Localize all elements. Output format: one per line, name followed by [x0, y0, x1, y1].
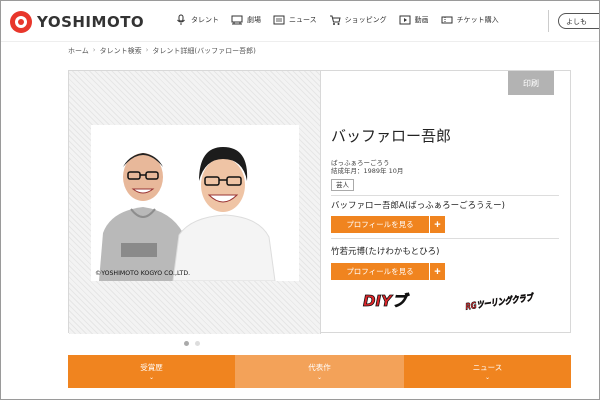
breadcrumb: ホーム › タレント検索 › タレント詳細(バッファロー吾郎) [68, 46, 256, 56]
view-profile-label: プロフィールを見る [346, 220, 414, 229]
nav-video-label: 動画 [414, 16, 429, 24]
theater-icon [231, 14, 243, 26]
yoshimoto-logo[interactable]: YOSHIMOTO [10, 11, 144, 33]
search-pill[interactable]: よしも [558, 13, 600, 29]
card-divider [320, 71, 321, 334]
main-nav: タレント 劇場 ニュース ショッピング 動画 チケット購入 [175, 14, 511, 26]
breadcrumb-home[interactable]: ホーム [68, 46, 89, 56]
yoshimoto-logo-icon [10, 11, 32, 33]
logo-text: YOSHIMOTO [37, 13, 145, 31]
nav-theater-label: 劇場 [247, 16, 261, 24]
talent-name: バッファロー吾郎 [331, 127, 452, 145]
member-name: バッファロー吾郎A(ばっふぁろーごろうえー) [331, 201, 505, 211]
plus-icon: + [429, 263, 445, 280]
tab-awards-label: 受賞歴 [140, 363, 163, 372]
tab-news-label: ニュース [472, 363, 503, 372]
rg-touring-club-logo[interactable]: RGツーリングクラブ [463, 284, 535, 318]
view-profile-button[interactable]: プロフィールを見る + [331, 216, 445, 233]
chevron-down-icon: ⌄ [484, 374, 491, 381]
member-name: 竹若元博(たけわかもとひろ) [331, 247, 440, 257]
diy-logo-text: DIYブ [363, 292, 410, 310]
breadcrumb-talent-search[interactable]: タレント検索 [100, 46, 142, 56]
info-divider [331, 238, 559, 239]
plus-icon: + [429, 216, 445, 233]
ticket-icon [441, 14, 453, 26]
section-tabs: 受賞歴 ⌄ 代表作 ⌄ ニュース ⌄ [68, 355, 571, 388]
photo-panel: ©YOSHIMOTO KOGYO CO.,LTD. [69, 71, 320, 334]
nav-news[interactable]: ニュース [273, 14, 317, 26]
nav-news-label: ニュース [289, 16, 317, 24]
tab-news[interactable]: ニュース ⌄ [404, 355, 571, 388]
diy-program-logo[interactable]: DIYブ [361, 289, 411, 311]
breadcrumb-separator: › [145, 46, 149, 54]
rg-logo-text: RGツーリングクラブ [465, 292, 535, 313]
tab-representative-works[interactable]: 代表作 ⌄ [236, 355, 404, 388]
video-icon [399, 14, 411, 26]
info-divider [331, 195, 559, 196]
site-header: YOSHIMOTO タレント 劇場 ニュース ショッピング 動画 チケット購入 … [0, 0, 600, 42]
chevron-down-icon: ⌄ [316, 374, 323, 381]
tab-awards[interactable]: 受賞歴 ⌄ [68, 355, 236, 388]
carousel-dot[interactable] [195, 341, 200, 346]
cart-icon [329, 14, 341, 26]
photo-credit: ©YOSHIMOTO KOGYO CO.,LTD. [95, 270, 191, 277]
nav-theater[interactable]: 劇場 [231, 14, 261, 26]
breadcrumb-separator: › [92, 46, 96, 54]
nav-ticket-label: チケット購入 [456, 16, 499, 24]
view-profile-button[interactable]: プロフィールを見る + [331, 263, 445, 280]
view-profile-label: プロフィールを見る [346, 267, 414, 276]
news-icon [273, 14, 285, 26]
carousel-dots [184, 341, 200, 346]
nav-divider [548, 10, 549, 32]
nav-talent[interactable]: タレント [175, 14, 219, 26]
microphone-icon [175, 14, 187, 26]
nav-video[interactable]: 動画 [399, 14, 429, 26]
formation-date: 結成年月：1989年 10月 [331, 167, 404, 175]
chevron-down-icon: ⌄ [148, 374, 155, 381]
category-badge: 芸人 [331, 179, 354, 191]
tab-representative-works-label: 代表作 [308, 363, 331, 372]
breadcrumb-current: タレント詳細(バッファロー吾郎) [152, 47, 256, 55]
talent-photo: ©YOSHIMOTO KOGYO CO.,LTD. [91, 125, 299, 281]
nav-ticket[interactable]: チケット購入 [441, 14, 499, 26]
nav-shopping[interactable]: ショッピング [329, 14, 387, 26]
talent-card: ©YOSHIMOTO KOGYO CO.,LTD. 印刷 バッファロー吾郎 ばっ… [68, 70, 571, 334]
carousel-dot-active[interactable] [184, 341, 189, 346]
nav-talent-label: タレント [191, 16, 219, 24]
nav-shopping-label: ショッピング [344, 16, 387, 24]
talent-info: バッファロー吾郎 ばっふぁろーごろう 結成年月：1989年 10月 芸人 バッフ… [331, 71, 561, 334]
